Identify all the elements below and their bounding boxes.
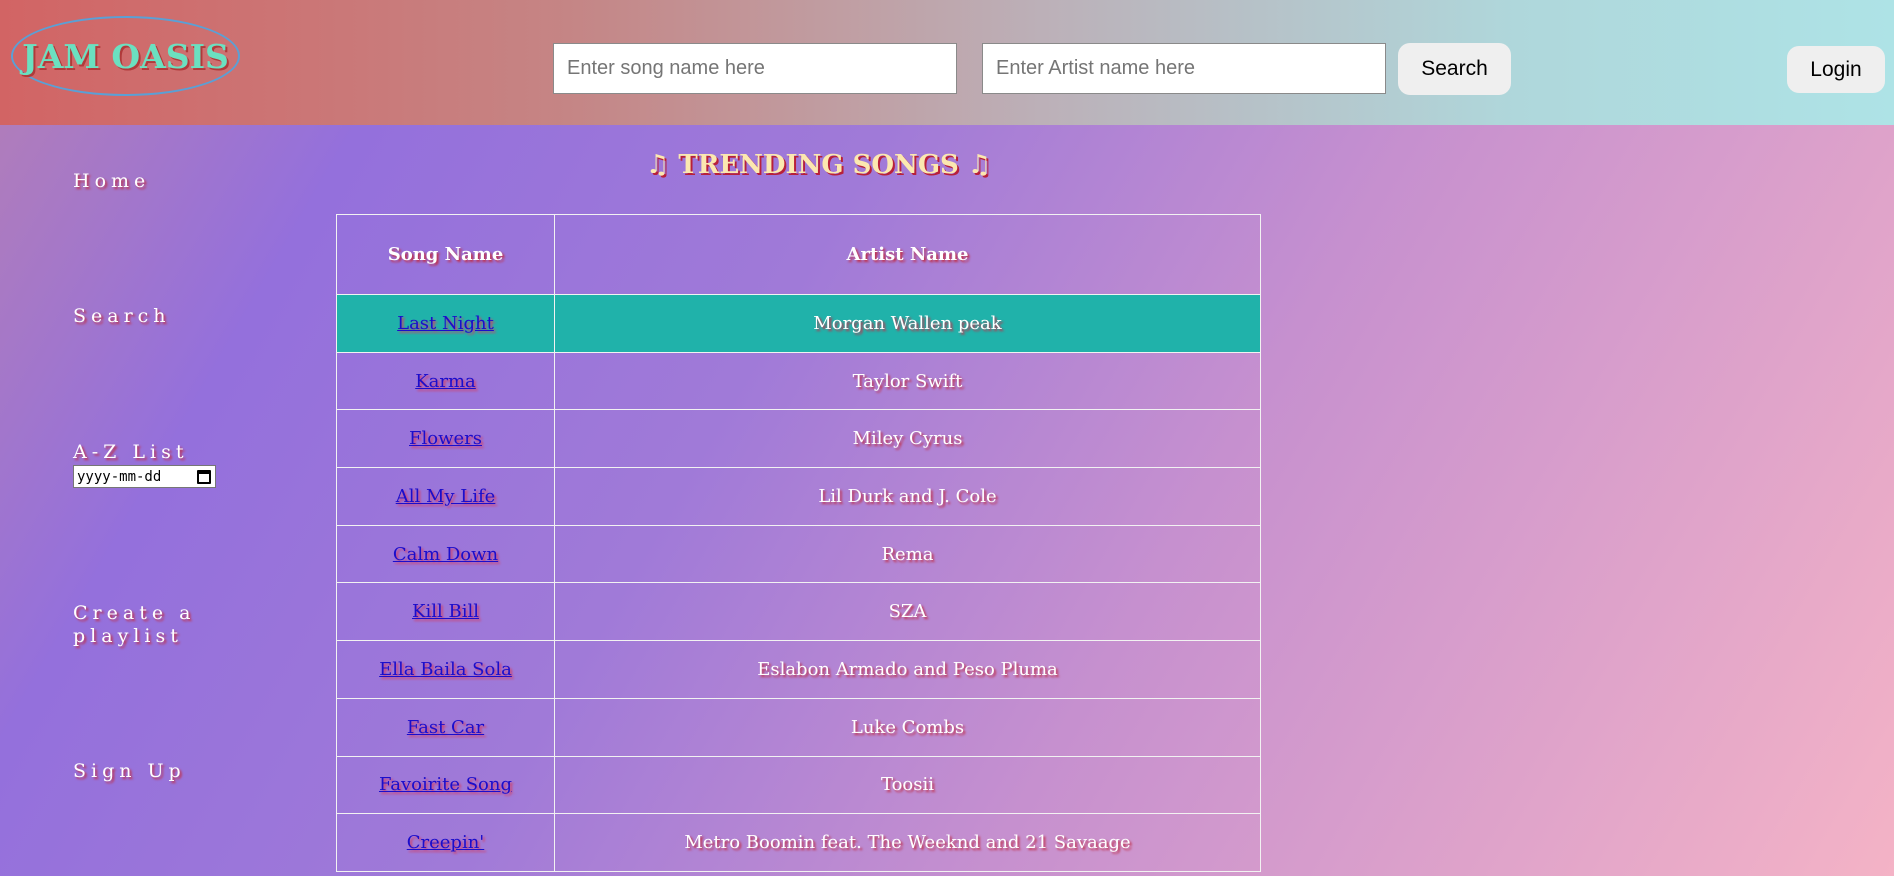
date-input-placeholder: yyyy-mm-dd: [77, 468, 162, 485]
calendar-icon[interactable]: [197, 470, 211, 484]
sidebar-item-az-list[interactable]: A-Z List: [73, 441, 188, 464]
artist-cell: Lil Durk and J. Cole: [554, 467, 1261, 526]
artist-cell: Miley Cyrus: [554, 409, 1261, 469]
artist-cell: Taylor Swift: [554, 351, 1261, 411]
song-link[interactable]: Flowers: [409, 428, 482, 449]
song-link[interactable]: Karma: [415, 371, 476, 392]
header-bar: JAM OASIS Search Login: [0, 0, 1894, 125]
sidebar-item-home[interactable]: Home: [73, 170, 150, 193]
artist-cell: Toosii: [554, 755, 1261, 815]
table-row: Ella Baila Sola Eslabon Armado and Peso …: [336, 640, 1261, 699]
table-row: Kill Bill SZA: [336, 582, 1261, 642]
table-row: Karma Taylor Swift: [336, 351, 1261, 411]
song-link[interactable]: Favoirite Song: [379, 774, 512, 795]
search-button[interactable]: Search: [1398, 43, 1511, 95]
song-link[interactable]: Fast Car: [407, 717, 484, 738]
song-cell: Karma: [336, 351, 555, 411]
logo-text: JAM OASIS: [22, 36, 229, 76]
artist-cell: Morgan Wallen peak: [554, 294, 1261, 353]
table-row: Fast Car Luke Combs: [336, 697, 1261, 757]
column-header-artist: Artist Name: [554, 214, 1261, 295]
sidebar-item-create-playlist[interactable]: Create a playlist: [73, 602, 223, 648]
song-cell: Favoirite Song: [336, 755, 555, 815]
logo[interactable]: JAM OASIS: [11, 16, 240, 96]
song-cell: Fast Car: [336, 697, 555, 757]
song-cell: All My Life: [336, 467, 555, 526]
trending-songs-table: Song Name Artist Name Last Night Morgan …: [336, 214, 1261, 872]
table-row: Creepin' Metro Boomin feat. The Weeknd a…: [336, 813, 1261, 872]
artist-cell: Rema: [554, 524, 1261, 584]
table-row: Calm Down Rema: [336, 524, 1261, 584]
song-cell: Calm Down: [336, 524, 555, 584]
song-link[interactable]: Last Night: [397, 313, 494, 334]
table-row: Flowers Miley Cyrus: [336, 409, 1261, 469]
sidebar-item-sign-up[interactable]: Sign Up: [73, 760, 186, 783]
song-link[interactable]: Kill Bill: [412, 601, 479, 622]
column-header-song: Song Name: [336, 214, 555, 295]
artist-cell: SZA: [554, 582, 1261, 642]
artist-cell: Eslabon Armado and Peso Pluma: [554, 640, 1261, 699]
artist-cell: Metro Boomin feat. The Weeknd and 21 Sav…: [554, 813, 1261, 872]
sidebar-item-search[interactable]: Search: [73, 305, 171, 328]
table-header-row: Song Name Artist Name: [336, 214, 1261, 295]
table-row: All My Life Lil Durk and J. Cole: [336, 467, 1261, 526]
table-row: Last Night Morgan Wallen peak: [336, 294, 1261, 353]
song-cell: Last Night: [336, 294, 555, 353]
login-button[interactable]: Login: [1787, 46, 1885, 93]
song-link[interactable]: All My Life: [396, 486, 496, 507]
song-link[interactable]: Calm Down: [393, 544, 498, 565]
song-cell: Kill Bill: [336, 582, 555, 642]
date-input[interactable]: yyyy-mm-dd: [73, 465, 216, 488]
song-search-input[interactable]: [553, 43, 957, 94]
song-link[interactable]: Ella Baila Sola: [379, 659, 512, 680]
song-link[interactable]: Creepin': [407, 832, 485, 853]
table-row: Favoirite Song Toosii: [336, 755, 1261, 815]
artist-cell: Luke Combs: [554, 697, 1261, 757]
song-cell: Creepin': [336, 813, 555, 872]
trending-songs-title: ♫ TRENDING SONGS ♫: [646, 150, 992, 180]
song-cell: Ella Baila Sola: [336, 640, 555, 699]
artist-search-input[interactable]: [982, 43, 1386, 94]
song-cell: Flowers: [336, 409, 555, 469]
